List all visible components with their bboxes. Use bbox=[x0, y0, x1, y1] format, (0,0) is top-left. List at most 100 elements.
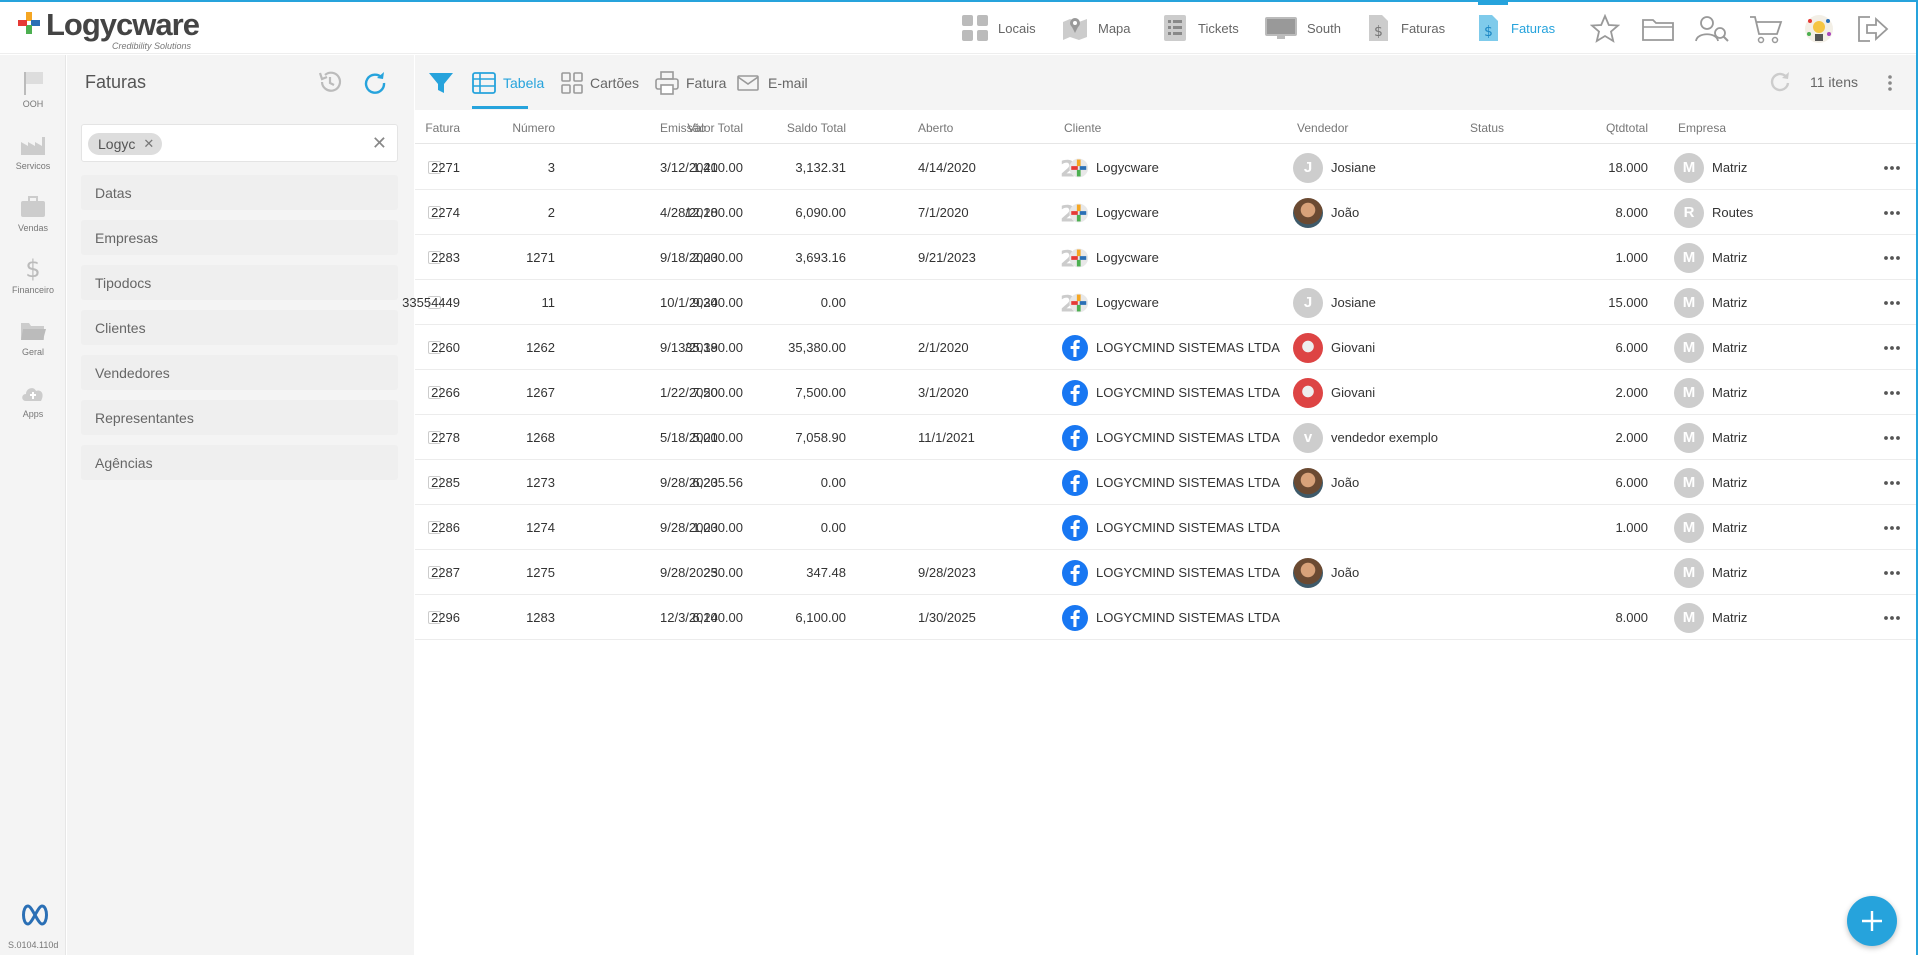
col-numero[interactable]: Número bbox=[512, 121, 555, 135]
col-qtdtotal[interactable]: Qtdtotal bbox=[1606, 121, 1648, 135]
col-status[interactable]: Status bbox=[1470, 121, 1504, 135]
qtdtotal-cell: 6.000 bbox=[1615, 475, 1648, 490]
facet-tipodocs[interactable]: Tipodocs bbox=[81, 265, 398, 300]
table-row[interactable]: 2296 1283 12/3/2024 6,100.00 6,100.00 1/30/20… bbox=[415, 595, 1918, 640]
empresa-avatar: R bbox=[1674, 197, 1704, 228]
row-more-icon[interactable] bbox=[1878, 244, 1906, 272]
more-vertical-icon[interactable] bbox=[1880, 69, 1900, 97]
nav-mapa[interactable]: Mapa bbox=[1060, 2, 1131, 54]
numero-cell: 1275 bbox=[526, 565, 555, 580]
col-vendedor[interactable]: Vendedor bbox=[1297, 121, 1348, 135]
chip-remove-icon[interactable]: ✕ bbox=[143, 136, 154, 152]
row-more-icon[interactable] bbox=[1878, 604, 1906, 632]
saldo-total-cell: 7,500.00 bbox=[795, 385, 846, 400]
add-button[interactable] bbox=[1847, 896, 1897, 946]
view-tab-tabela[interactable]: Tabela bbox=[472, 69, 544, 97]
row-more-icon[interactable] bbox=[1878, 514, 1906, 542]
row-more-icon[interactable] bbox=[1878, 334, 1906, 362]
table-row[interactable]: 2286 1274 9/28/2023 1,000.00 0.00 LOGYCMIND S… bbox=[415, 505, 1918, 550]
numero-cell: 3 bbox=[547, 160, 555, 175]
cliente-name: Logycware bbox=[1096, 295, 1159, 310]
empresa-cell: M Matriz bbox=[1674, 550, 1747, 595]
nav-locais[interactable]: Locais bbox=[960, 2, 1036, 54]
row-more-icon[interactable] bbox=[1878, 559, 1906, 587]
row-more-icon[interactable] bbox=[1878, 379, 1906, 407]
clear-search-icon[interactable]: ✕ bbox=[372, 133, 387, 153]
col-valor-total[interactable]: Valor Total bbox=[687, 121, 743, 135]
qtdtotal-cell: 6.000 bbox=[1615, 340, 1648, 355]
col-cliente[interactable]: Cliente bbox=[1064, 121, 1101, 135]
view-tab-cartoes[interactable]: Cartões bbox=[561, 69, 639, 97]
refresh-icon[interactable] bbox=[362, 69, 388, 95]
row-more-icon[interactable] bbox=[1878, 199, 1906, 227]
cliente-name: LOGYCMIND SISTEMAS LTDA bbox=[1096, 565, 1280, 580]
facet-representantes[interactable]: Representantes bbox=[81, 400, 398, 435]
empresa-avatar: M bbox=[1674, 557, 1704, 588]
facet-empresas[interactable]: Empresas bbox=[81, 220, 398, 255]
row-more-icon[interactable] bbox=[1878, 289, 1906, 317]
valor-total-cell: 6,205.56 bbox=[692, 475, 743, 490]
col-empresa[interactable]: Empresa bbox=[1678, 121, 1726, 135]
filter-funnel-icon[interactable] bbox=[427, 69, 455, 97]
table-row[interactable]: 2278 1268 5/18/2021 5,000.00 7,058.90 11/1/20… bbox=[415, 415, 1918, 460]
favorites-star-icon[interactable] bbox=[1588, 13, 1622, 45]
facebook-icon bbox=[1060, 558, 1090, 588]
facet-datas[interactable]: Datas bbox=[81, 175, 398, 210]
table-row[interactable]: 2271 3 3/12/2020 1,410.00 3,132.31 4/14/2020 2… bbox=[415, 145, 1918, 190]
nav-south[interactable]: South bbox=[1263, 2, 1341, 54]
rail-item-ooh[interactable]: OOH bbox=[0, 69, 66, 125]
table-row[interactable]: 2266 1267 1/22/2020 7,500.00 7,500.00 3/1/202… bbox=[415, 370, 1918, 415]
facet-vendedores[interactable]: Vendedores bbox=[81, 355, 398, 390]
table-row[interactable]: 2287 1275 9/28/2023 250.00 347.48 9/28/2023 LO… bbox=[415, 550, 1918, 595]
vendedor-cell: João bbox=[1293, 550, 1359, 595]
user-search-icon[interactable] bbox=[1695, 13, 1729, 45]
nav-tickets[interactable]: Tickets bbox=[1160, 2, 1239, 54]
filter-chip[interactable]: Logyc ✕ bbox=[88, 133, 163, 155]
fatura-cell: 2285 bbox=[431, 475, 460, 490]
rail-item-servicos[interactable]: Servicos bbox=[0, 131, 66, 187]
reload-icon[interactable] bbox=[1768, 70, 1792, 94]
col-saldo-total[interactable]: Saldo Total bbox=[787, 121, 846, 135]
row-more-icon[interactable] bbox=[1878, 154, 1906, 182]
folder-icon[interactable] bbox=[1641, 13, 1675, 45]
nav-faturas-active[interactable]: $ Faturas bbox=[1473, 2, 1555, 54]
empresa-name: Matriz bbox=[1712, 610, 1748, 625]
col-aberto[interactable]: Aberto bbox=[918, 121, 953, 135]
footer-logo-icon bbox=[20, 903, 50, 933]
row-more-icon[interactable] bbox=[1878, 424, 1906, 452]
table-row[interactable]: 2274 2 4/28/2020 12,180.00 6,090.00 7/1/2020 2… bbox=[415, 190, 1918, 235]
email-button[interactable]: E-mail bbox=[737, 69, 808, 97]
user-avatar-icon[interactable] bbox=[1802, 13, 1836, 45]
table-row[interactable]: 2283 1271 9/18/2023 2,000.00 3,693.16 9/21/20… bbox=[415, 235, 1918, 280]
table-row[interactable]: 2285 1273 9/28/2023 6,205.56 0.00 LOGYCMIND S… bbox=[415, 460, 1918, 505]
saldo-total-cell: 0.00 bbox=[820, 520, 846, 535]
filter-search-box[interactable]: Logyc ✕ ✕ bbox=[81, 124, 398, 162]
valor-total-cell: 35,380.00 bbox=[685, 340, 743, 355]
col-fatura[interactable]: Fatura bbox=[425, 121, 460, 135]
rail-item-apps[interactable]: Apps bbox=[0, 379, 66, 435]
row-more-icon[interactable] bbox=[1878, 469, 1906, 497]
nav-faturas[interactable]: $ Faturas bbox=[1363, 2, 1445, 54]
fatura-cell: 2296 bbox=[431, 610, 460, 625]
history-icon[interactable] bbox=[317, 69, 343, 95]
monitor-icon bbox=[1263, 13, 1299, 43]
fatura-cell: 2260 bbox=[431, 340, 460, 355]
vendedor-avatar: J bbox=[1293, 287, 1323, 318]
facet-agencias[interactable]: Agências bbox=[81, 445, 398, 480]
logout-icon[interactable] bbox=[1856, 13, 1890, 45]
main-content: Tabela Cartões Fatura E-mail 11 itens Fa… bbox=[402, 55, 1918, 955]
facet-clientes[interactable]: Clientes bbox=[81, 310, 398, 345]
shopping-cart-icon[interactable] bbox=[1749, 13, 1783, 45]
rail-item-vendas[interactable]: Vendas bbox=[0, 193, 66, 249]
rail-item-geral[interactable]: Geral bbox=[0, 317, 66, 373]
cliente-cell: 2 Logycware bbox=[1060, 190, 1159, 235]
table-row[interactable]: 33554449 11 10/1/2024 9,300.00 0.00 2 Logycwar… bbox=[402, 280, 1918, 325]
saldo-total-cell: 35,380.00 bbox=[788, 340, 846, 355]
left-rail: OOH Servicos Vendas $ Financeiro Geral A… bbox=[0, 55, 66, 955]
briefcase-icon bbox=[19, 193, 47, 221]
valor-total-cell: 1,410.00 bbox=[692, 160, 743, 175]
rail-item-financeiro[interactable]: $ Financeiro bbox=[0, 255, 66, 311]
print-fatura-button[interactable]: Fatura bbox=[655, 69, 726, 97]
cliente-name: LOGYCMIND SISTEMAS LTDA bbox=[1096, 520, 1280, 535]
table-row[interactable]: 2260 1262 9/13/2019 35,380.00 35,380.00 2/1/2… bbox=[415, 325, 1918, 370]
